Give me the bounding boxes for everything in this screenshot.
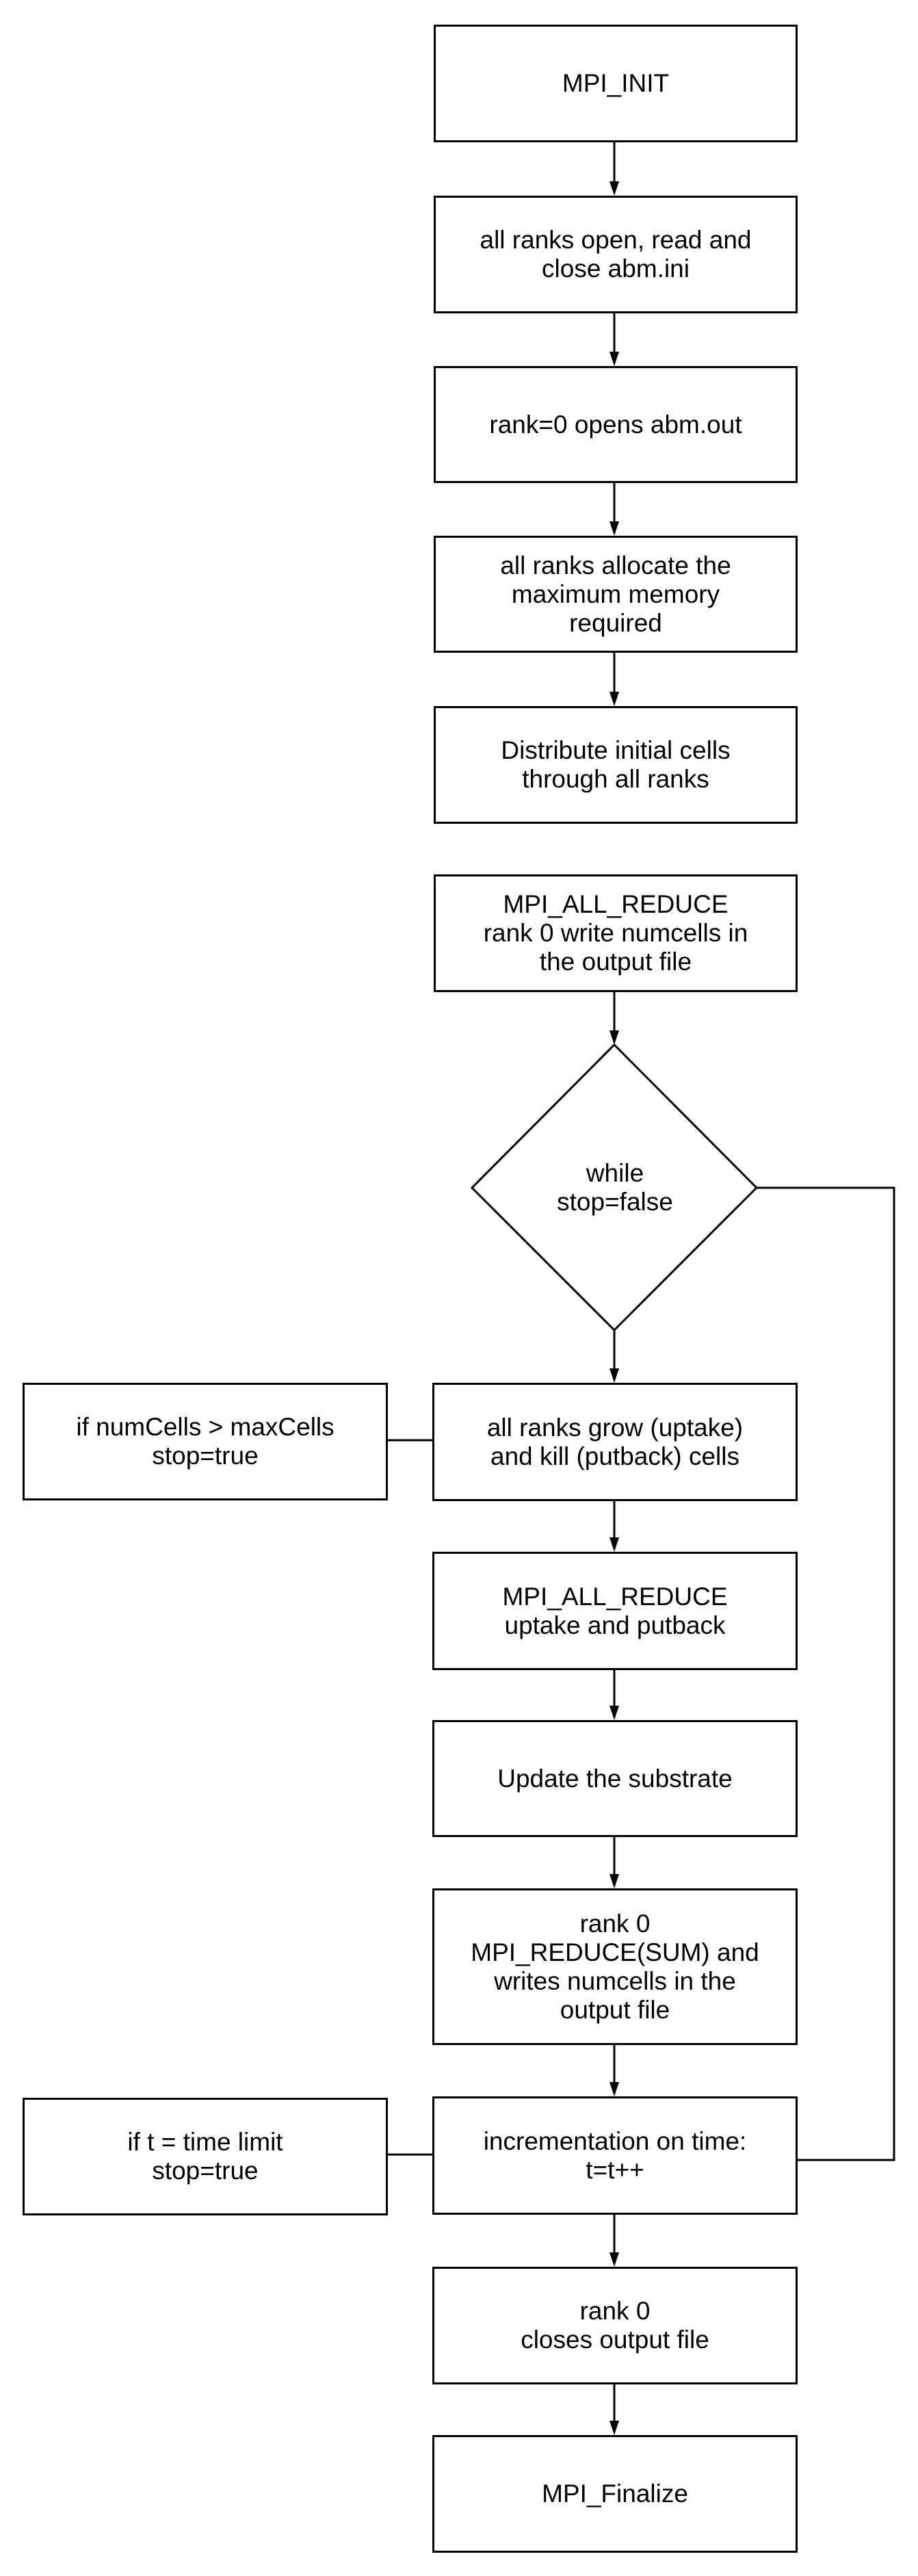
node-grow-kill: all ranks grow (uptake) and kill (putbac… (432, 1383, 798, 1501)
node-reduce-sum: rank 0 MPI_REDUCE(SUM) and writes numcel… (432, 1888, 798, 2045)
node-close-output: rank 0 closes output file (432, 2267, 798, 2384)
node-label: all ranks allocate the maximum memory re… (500, 551, 731, 637)
node-label: MPI_ALL_REDUCE rank 0 write numcells in … (483, 890, 748, 976)
edge-close-to-finalize-arrowhead (609, 2421, 619, 2435)
node-all-reduce-loop: MPI_ALL_REDUCE uptake and putback (432, 1552, 798, 1670)
node-distribute-cells: Distribute initial cells through all ran… (434, 706, 798, 824)
node-label: incrementation on time: t=t++ (483, 2126, 747, 2184)
edge-read-to-open-arrowhead (609, 352, 619, 366)
node-label: MPI_ALL_REDUCE uptake and putback (502, 1582, 728, 1639)
node-label: rank 0 MPI_REDUCE(SUM) and writes numcel… (471, 1909, 759, 2024)
node-label: MPI_Finalize (542, 2480, 688, 2508)
node-label: rank 0 closes output file (521, 2297, 709, 2354)
node-max-cells-check: if numCells > maxCells stop=true (23, 1383, 388, 1500)
node-label: Update the substrate (497, 1764, 733, 1793)
edge-substrate-to-reducesum-arrowhead (609, 1874, 619, 1888)
edge-allocate-to-distribute-arrowhead (609, 692, 619, 706)
node-label: all ranks open, read and close abm.ini (480, 226, 752, 283)
node-label: if t = time limit stop=true (127, 2128, 283, 2185)
node-label: MPI_INIT (562, 69, 670, 97)
edge-reduce-to-while-arrowhead (609, 1030, 619, 1045)
node-update-substrate: Update the substrate (432, 1720, 798, 1837)
node-label: all ranks grow (uptake) and kill (putbac… (486, 1413, 744, 1470)
edge-allreduce-to-substrate-arrowhead (609, 1706, 619, 1720)
edge-open-to-allocate-arrowhead (609, 521, 619, 536)
node-all-reduce-init: MPI_ALL_REDUCE rank 0 write numcells in … (434, 874, 798, 992)
node-read-ini: all ranks open, read and close abm.ini (434, 196, 798, 313)
node-open-output: rank=0 opens abm.out (434, 366, 798, 483)
edge-grow-to-allreduce-arrowhead (609, 1537, 619, 1552)
node-time-limit-check: if t = time limit stop=true (23, 2098, 388, 2215)
node-mpi-init: MPI_INIT (434, 25, 798, 142)
node-allocate-memory: all ranks allocate the maximum memory re… (434, 536, 798, 653)
edge-while-to-grow-arrowhead (609, 1368, 619, 1383)
node-label: if numCells > maxCells stop=true (76, 1413, 335, 1470)
edge-reducesum-to-increment-arrowhead (609, 2082, 619, 2096)
node-mpi-finalize: MPI_Finalize (432, 2435, 798, 2553)
node-label: rank=0 opens abm.out (489, 410, 742, 439)
edge-init-to-read-arrowhead (609, 181, 619, 196)
decision-while-label: while stop=false (557, 1159, 673, 1216)
node-increment-time: incrementation on time: t=t++ (432, 2096, 798, 2215)
edge-increment-to-close-arrowhead (609, 2252, 619, 2267)
node-label: Distribute initial cells through all ran… (501, 736, 731, 793)
